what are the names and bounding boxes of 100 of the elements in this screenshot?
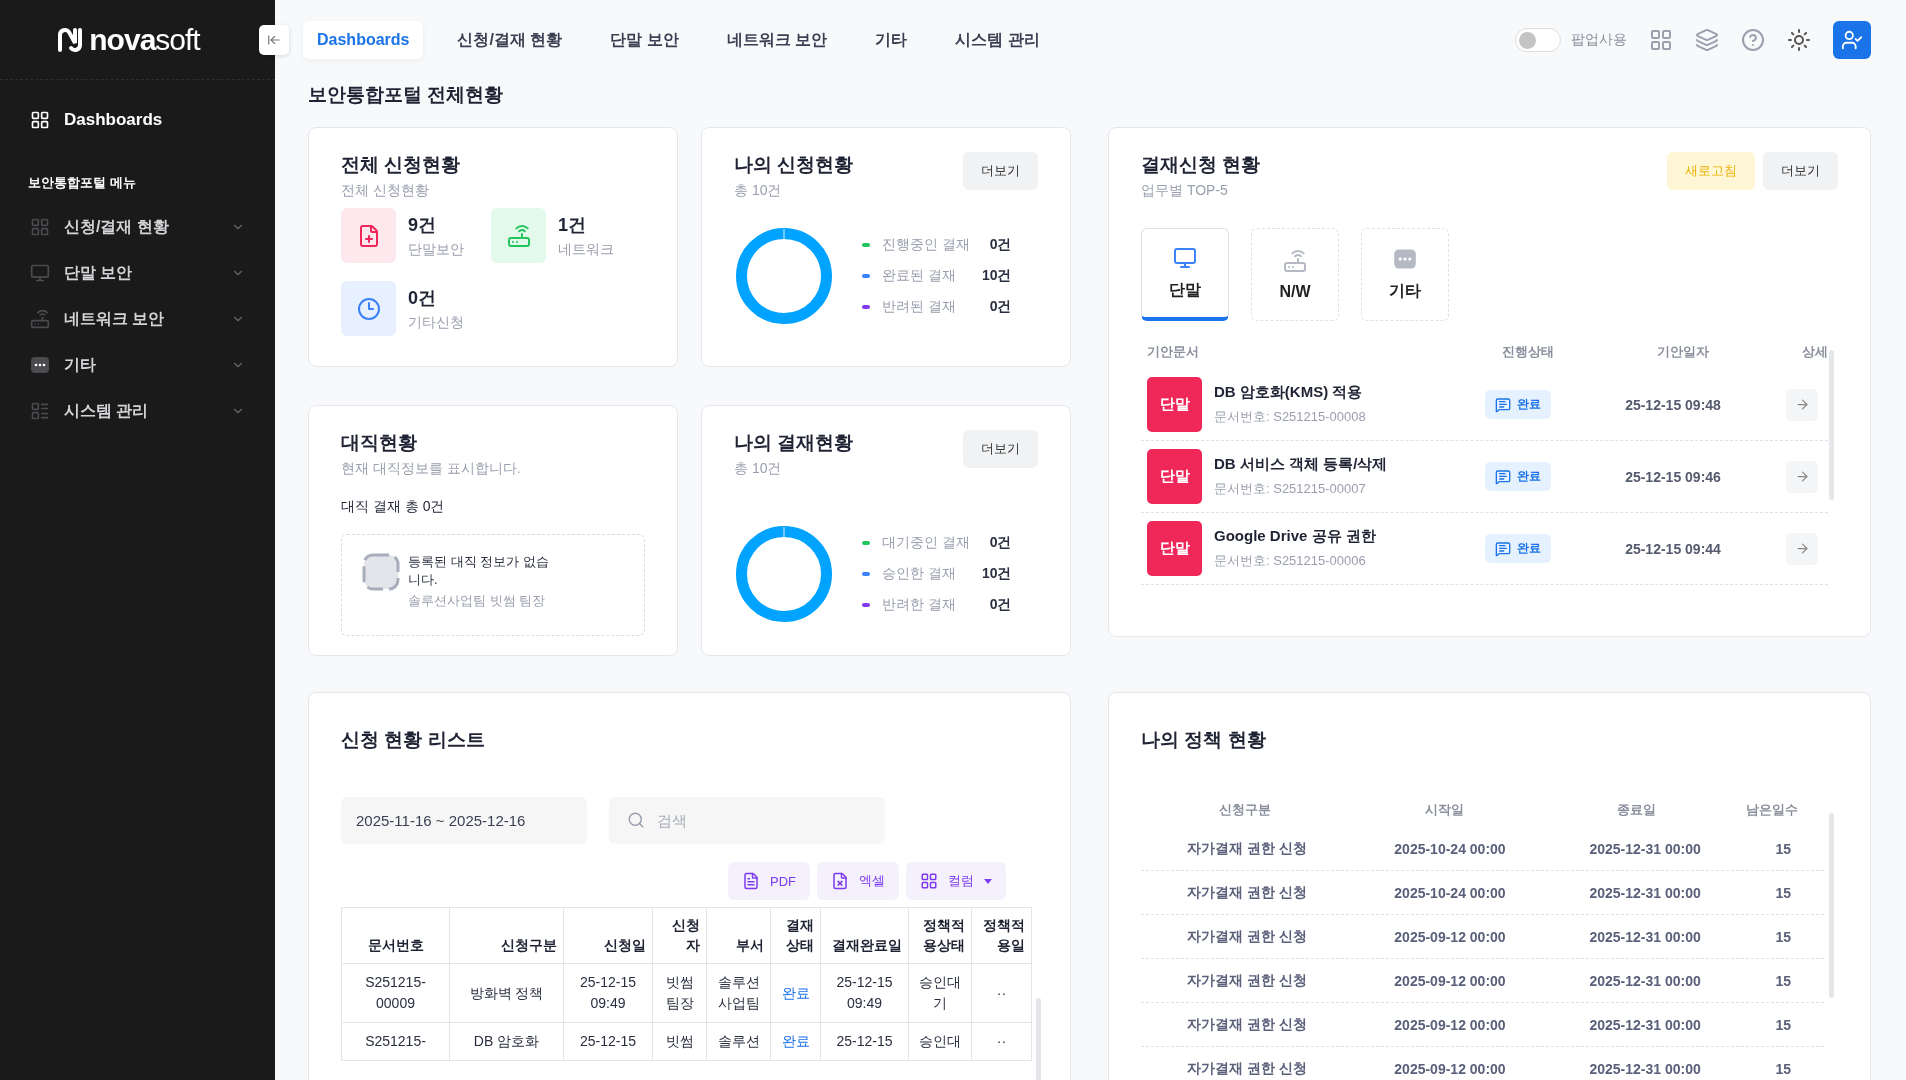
export-button[interactable]: 엑셀	[817, 862, 899, 900]
status-badge: 완료	[1485, 462, 1551, 491]
nav-tab[interactable]: 단말 보안	[596, 19, 693, 61]
user-icon	[1841, 29, 1863, 51]
column-header: 기안문서	[1147, 343, 1200, 361]
category-tab[interactable]: 단말	[1141, 228, 1229, 321]
apps-icon[interactable]	[1649, 28, 1673, 52]
stat-label: 기타신청	[408, 313, 464, 332]
sun-icon[interactable]	[1787, 28, 1811, 52]
column-header: 결재완료일	[820, 907, 909, 964]
table-cell-text: 2025-09-12 00:00	[1393, 972, 1507, 989]
column-header[interactable]: 문서번호	[341, 907, 450, 964]
card-title: 전체 신청현황	[341, 153, 462, 177]
category-tab[interactable]: 기타	[1361, 228, 1449, 321]
table-cell-text: 2025-12-31 00:00	[1588, 1016, 1702, 1033]
column-header: 신청구분	[449, 907, 564, 964]
sidebar-home-item[interactable]: Dashboards	[0, 80, 275, 158]
table-cell-text: 2025-12-31 00:00	[1588, 1060, 1702, 1077]
scrollbar[interactable]	[1829, 350, 1834, 500]
detail-button[interactable]	[1786, 388, 1818, 421]
column-header: 기안일자	[1656, 343, 1710, 361]
more-button[interactable]: 더보기	[963, 152, 1038, 190]
card-title: 결재신청 현황	[1141, 153, 1261, 177]
column-header: 신청자	[652, 907, 707, 964]
table-cell-text: 2025-12-31 00:00	[1588, 972, 1702, 989]
scrollbar[interactable]	[1829, 813, 1834, 998]
sidebar-item[interactable]: 단말 보안	[0, 250, 275, 296]
columns-button[interactable]: 컬럼	[906, 862, 1006, 900]
help-icon[interactable]	[1741, 28, 1765, 52]
table-cell-text: 자가결재 권한 신청	[1185, 971, 1308, 990]
document-title[interactable]: DB 서비스 객체 등록/삭제	[1214, 455, 1388, 474]
legend-count: 0건	[988, 236, 1012, 254]
monitor-icon	[1173, 245, 1197, 270]
nav-tab[interactable]: 네트워크 보안	[712, 19, 842, 61]
nav-tab[interactable]: 신청/결재 현황	[443, 19, 577, 61]
table-cell: 솔루션 사업팀	[706, 963, 771, 1023]
detail-button[interactable]	[1786, 460, 1818, 493]
popup-toggle[interactable]	[1515, 28, 1561, 52]
stat-count: 9건	[408, 213, 437, 237]
sidebar-item[interactable]: 신청/결재 현황	[0, 204, 275, 250]
layers-icon[interactable]	[1695, 28, 1719, 52]
search-field[interactable]: 검색	[609, 797, 885, 844]
logo-text: novasoft	[89, 22, 200, 57]
table-cell-text: 자가결재 권한 신청	[1185, 927, 1308, 946]
table-cell-text: 15	[1774, 884, 1793, 901]
nav-tab[interactable]: Dashboards	[303, 21, 424, 59]
legend-count: 0건	[988, 534, 1012, 552]
date-cell-text: 25-12-15 09:46	[1624, 468, 1722, 485]
column-header: 시작일	[1424, 801, 1466, 819]
table-cell-text: 2025-09-12 00:00	[1393, 1016, 1507, 1033]
dots-icon	[1393, 247, 1417, 271]
table-cell: 25-12-15	[820, 1022, 909, 1061]
toggle-label: 팝업사용	[1571, 31, 1627, 49]
date-cell-text: 25-12-15 09:48	[1624, 396, 1722, 413]
table-cell: 빗썸 팀장	[652, 963, 707, 1023]
card-title: 신청 현황 리스트	[341, 728, 486, 752]
document-number: 문서번호: S251215-00007	[1214, 480, 1367, 498]
column-header: 정책적용일	[971, 907, 1032, 964]
nav-tab[interactable]: 시스템 관리	[941, 19, 1054, 61]
sidebar-item[interactable]: 시스템 관리	[0, 388, 275, 434]
grid-icon	[920, 872, 938, 890]
table-cell-text: 자가결재 권한 신청	[1185, 1059, 1308, 1078]
search-icon	[627, 811, 645, 829]
detail-button[interactable]	[1786, 532, 1818, 565]
document-title[interactable]: Google Drive 공유 권한	[1214, 527, 1376, 546]
column-header: 신청일	[563, 907, 653, 964]
nav-tab[interactable]: 기타	[861, 19, 922, 61]
table-cell-text: 자가결재 권한 신청	[1185, 839, 1308, 858]
collapse-sidebar-button[interactable]	[259, 25, 289, 55]
grid-icon	[30, 110, 50, 130]
document-number: 문서번호: S251215-00006	[1214, 552, 1367, 570]
table-cell: S251215-	[341, 1022, 450, 1061]
more-button[interactable]: 더보기	[1763, 152, 1838, 190]
document-title[interactable]: DB 암호화(KMS) 적용	[1214, 383, 1366, 402]
grid-icon	[30, 217, 50, 237]
document-icon	[742, 872, 760, 890]
category-tab[interactable]: N/W	[1251, 228, 1339, 321]
sidebar-item[interactable]: 네트워크 보안	[0, 296, 275, 342]
legend-count: 10건	[981, 267, 1012, 285]
table-cell-text: 2025-12-31 00:00	[1588, 840, 1702, 857]
legend-count: 0건	[988, 298, 1012, 316]
status-link[interactable]: 완료	[781, 984, 810, 1001]
sidebar-item[interactable]: 기타	[0, 342, 275, 388]
router-icon	[30, 309, 50, 329]
column-header: 종료일	[1615, 801, 1657, 819]
table-cell-text: 자가결재 권한 신청	[1185, 883, 1308, 902]
dots-icon	[30, 355, 50, 375]
date-range-field[interactable]: 2025-11-16 ~ 2025-12-16	[341, 797, 587, 844]
export-button[interactable]: PDF	[728, 862, 810, 900]
document-icon	[1495, 468, 1511, 485]
empty-icon	[362, 553, 400, 591]
arrow-right-icon	[1794, 397, 1810, 412]
legend-label: 승인한 결재	[882, 565, 957, 583]
table-cell: 방화벽 정책	[449, 963, 564, 1023]
table-cell: 빗썸	[652, 1022, 707, 1061]
user-button[interactable]	[1833, 21, 1871, 59]
more-button[interactable]: 더보기	[963, 430, 1038, 468]
category-tag: 단말	[1147, 521, 1202, 576]
table-cell-text: 15	[1774, 972, 1793, 989]
arrow-right-icon	[1794, 469, 1810, 484]
